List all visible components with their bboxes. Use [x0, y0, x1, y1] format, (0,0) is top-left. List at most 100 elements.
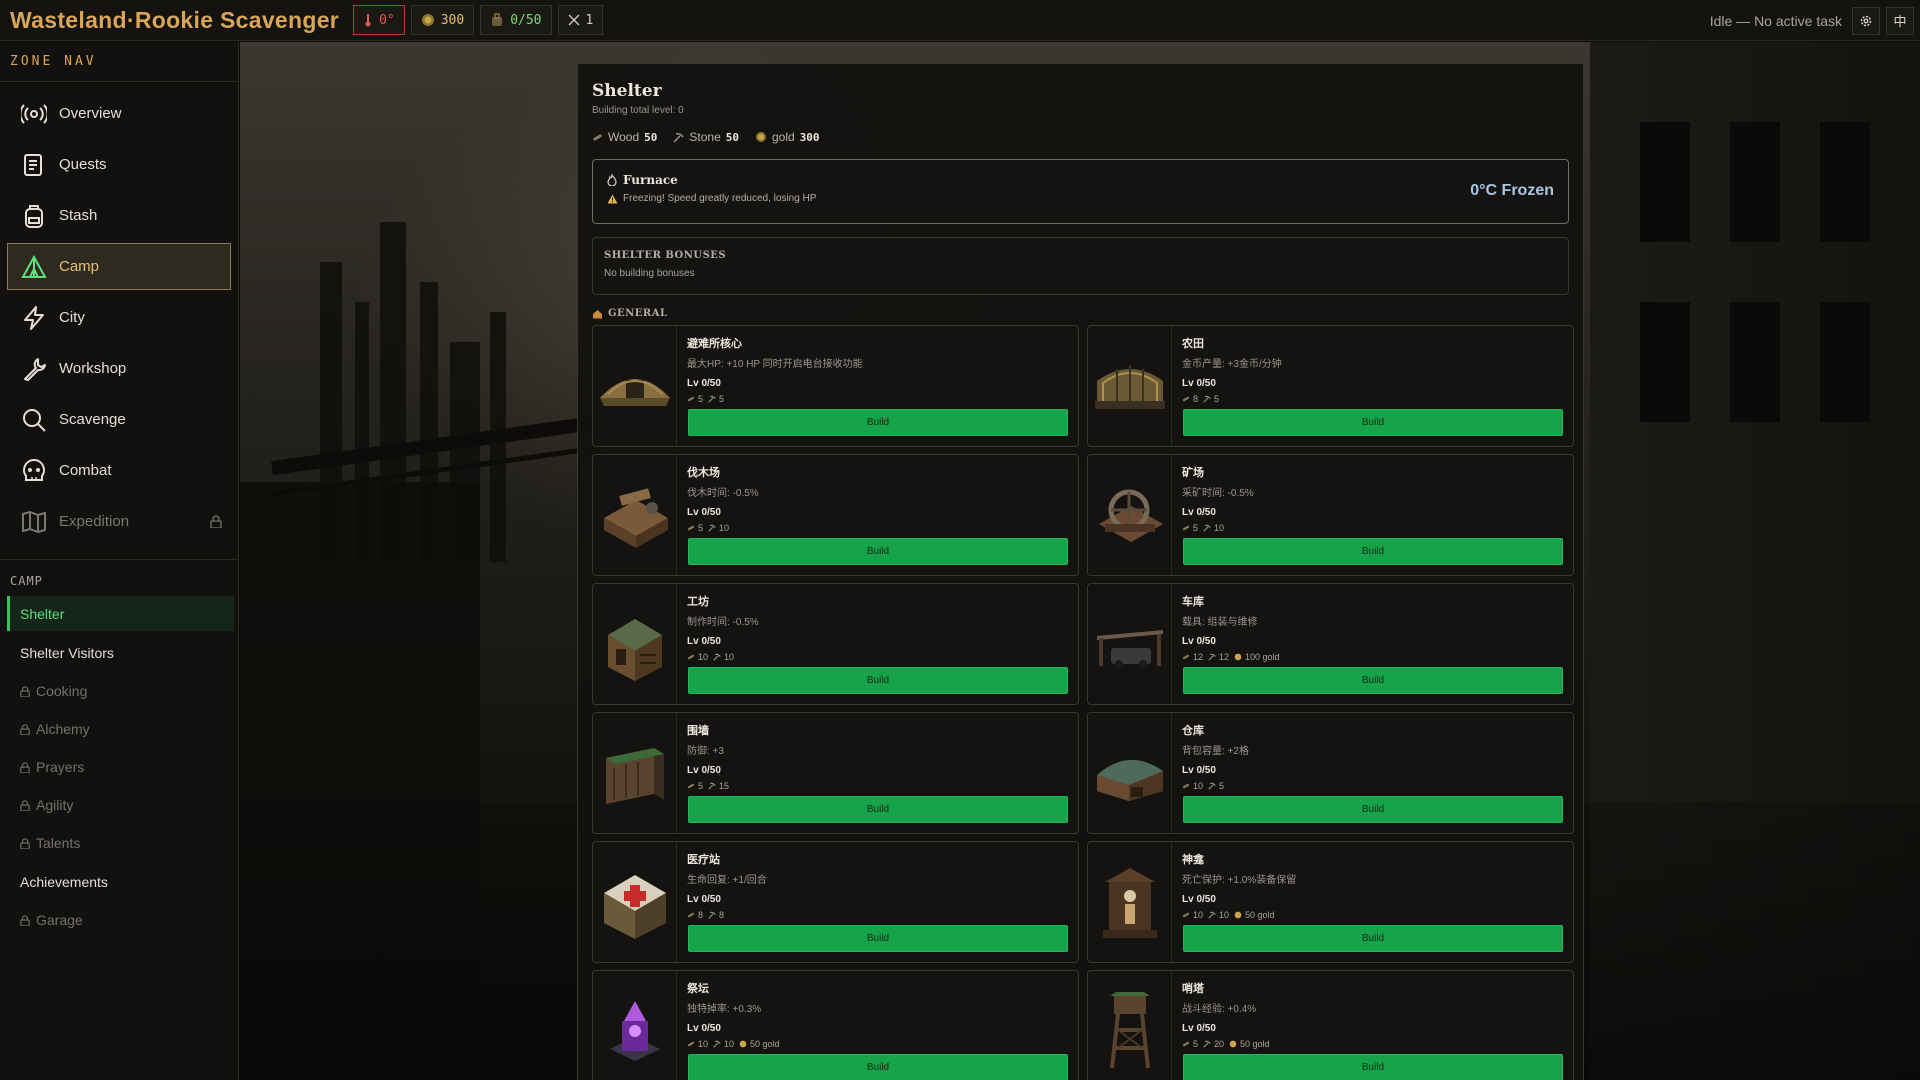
stone-cost-value: 10: [719, 523, 730, 533]
nav-item-scavenge[interactable]: Scavenge: [7, 396, 231, 443]
nav-label: Workshop: [59, 360, 127, 377]
camp-item-garage[interactable]: Garage: [7, 903, 234, 937]
camp-item-prayers[interactable]: Prayers: [7, 750, 234, 784]
stone-cost-value: 10: [1219, 910, 1230, 920]
nav-item-city[interactable]: City: [7, 294, 231, 341]
build-button[interactable]: Build: [1183, 925, 1563, 952]
building-desc: 防御: +3: [687, 746, 724, 757]
nav-label: Stash: [59, 207, 98, 224]
camp-item-label: Garage: [36, 912, 83, 928]
furnace-warning: Freezing! Speed greatly reduced, losing …: [607, 193, 1554, 204]
lock-icon: [20, 837, 30, 849]
wood-icon: [1182, 783, 1190, 789]
attack-chip: 1: [557, 5, 604, 35]
building-level: Lv 0/50: [1182, 894, 1216, 905]
nav-item-quests[interactable]: Quests: [7, 141, 231, 188]
nav-item-expedition[interactable]: Expedition: [7, 498, 231, 545]
language-button[interactable]: 中: [1886, 6, 1914, 35]
coin-icon: [1234, 911, 1242, 919]
wood-cost: 10: [687, 652, 708, 662]
build-button[interactable]: Build: [688, 409, 1068, 436]
stone-value: 50: [725, 130, 739, 144]
nav-item-stash[interactable]: Stash: [7, 192, 231, 239]
wood-icon: [1182, 396, 1190, 402]
building-image: [593, 455, 677, 575]
furnace-title: Furnace: [607, 173, 1554, 187]
wood-icon: [593, 133, 602, 141]
build-button[interactable]: Build: [688, 925, 1068, 952]
camp-item-cooking[interactable]: Cooking: [7, 674, 234, 708]
building-level: Lv 0/50: [687, 1023, 721, 1034]
stone-cost-value: 8: [719, 910, 725, 920]
build-button[interactable]: Build: [1183, 796, 1563, 823]
nav-item-combat[interactable]: Combat: [7, 447, 231, 494]
shelter-panel: Shelter Building total level: 0 Wood 50 …: [577, 63, 1584, 1080]
building-image: [1088, 842, 1172, 962]
nav-item-overview[interactable]: Overview: [7, 90, 231, 137]
building-cost: 5 10: [1182, 523, 1563, 533]
pickaxe-icon: [1208, 653, 1216, 661]
wood-icon: [687, 525, 695, 531]
wood-cost-value: 5: [698, 781, 704, 791]
house-icon: [593, 309, 602, 318]
stone-cost: 10: [708, 523, 729, 533]
gold-value: 300: [440, 12, 465, 28]
build-button[interactable]: Build: [688, 538, 1068, 565]
building-name: 工坊: [687, 596, 709, 608]
build-button[interactable]: Build: [1183, 538, 1563, 565]
page-title: Shelter: [592, 81, 662, 101]
gold-resource: gold 300: [755, 130, 820, 144]
lumber-mill-icon: [603, 488, 668, 548]
stone-cost: 10: [1203, 523, 1224, 533]
stone-cost: 8: [708, 910, 724, 920]
build-button[interactable]: Build: [688, 667, 1068, 694]
resource-bar: Wood 50 Stone 50 gold 300: [592, 130, 1569, 144]
build-button[interactable]: Build: [1183, 667, 1563, 694]
building-card: 农田 金币产量: +3金币/分钟 Lv 0/50 8 5 Build: [1087, 325, 1574, 447]
bonuses-title: SHELTER BONUSES: [604, 250, 727, 261]
camp-item-shelter-visitors[interactable]: Shelter Visitors: [7, 635, 234, 670]
pickaxe-icon: [1203, 1040, 1211, 1048]
bag-icon: [492, 13, 503, 26]
camp-item-alchemy[interactable]: Alchemy: [7, 712, 234, 746]
build-button[interactable]: Build: [1183, 409, 1563, 436]
camp-item-shelter[interactable]: Shelter: [7, 596, 234, 631]
build-button[interactable]: Build: [1183, 1054, 1563, 1080]
camp-item-agility[interactable]: Agility: [7, 788, 234, 822]
stone-cost: 10: [1208, 910, 1229, 920]
wood-cost-value: 10: [698, 1039, 709, 1049]
wood-resource: Wood 50: [592, 130, 657, 144]
nav-item-workshop[interactable]: Workshop: [7, 345, 231, 392]
lock-icon: [20, 914, 30, 926]
temperature-value: 0°: [379, 12, 395, 28]
nav-item-camp[interactable]: Camp: [7, 243, 231, 290]
nav-label: Quests: [59, 156, 107, 173]
shelter-bonuses: SHELTER BONUSES No building bonuses: [592, 237, 1569, 295]
camp-item-achievements[interactable]: Achievements: [7, 864, 234, 899]
pickaxe-icon: [713, 1040, 721, 1048]
scroll-icon: [24, 153, 42, 176]
build-button[interactable]: Build: [688, 796, 1068, 823]
furnace-card[interactable]: Furnace Freezing! Speed greatly reduced,…: [592, 159, 1569, 224]
coin-icon: [1234, 653, 1242, 661]
build-button[interactable]: Build: [688, 1054, 1068, 1080]
tent-icon: [21, 254, 47, 278]
warning-icon: [607, 194, 618, 203]
nav-label: Combat: [59, 462, 112, 479]
nav-label: Overview: [59, 105, 122, 122]
wood-icon: [687, 396, 695, 402]
game-title: Wasteland·Rookie Scavenger: [10, 6, 340, 33]
camp-item-talents[interactable]: Talents: [7, 826, 234, 860]
stone-cost: 10: [713, 1039, 734, 1049]
furnace-name: Furnace: [623, 173, 678, 187]
building-level: Lv 0/50: [687, 378, 721, 389]
settings-button[interactable]: [1852, 6, 1880, 35]
stone-cost: 20: [1203, 1039, 1224, 1049]
building-desc: 载具: 组装与维修: [1182, 617, 1258, 628]
pickaxe-icon: [713, 653, 721, 661]
wood-icon: [687, 912, 695, 918]
wood-icon: [1182, 525, 1190, 531]
nav-label: Camp: [59, 258, 100, 275]
wood-cost: 8: [1182, 394, 1198, 404]
camp-item-label: Alchemy: [36, 721, 90, 737]
